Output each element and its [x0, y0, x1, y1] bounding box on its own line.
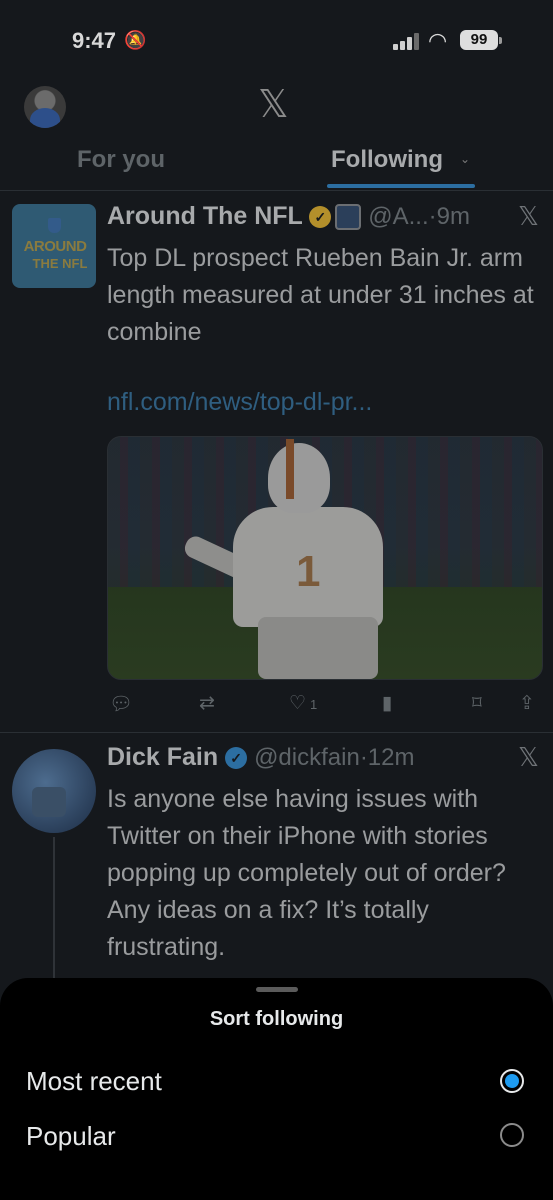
verified-gold-icon: ✓	[309, 206, 332, 229]
sort-bottom-sheet: Sort following Most recent Popular	[0, 978, 553, 1200]
tab-for-you[interactable]: For you	[77, 146, 165, 174]
chevron-down-icon[interactable]: ⌄	[460, 152, 470, 166]
top-header: 𝕏 For you Following ⌄	[0, 82, 553, 191]
image-detail	[258, 617, 378, 679]
tweet-text: Is anyone else having issues with Twitte…	[107, 785, 506, 961]
x-logo-icon: 𝕏	[258, 82, 289, 126]
tweet-text: Top DL prospect Rueben Bain Jr. arm leng…	[107, 244, 534, 346]
share-icon[interactable]: ⇪	[519, 692, 535, 714]
profile-avatar[interactable]	[24, 86, 66, 128]
option-most-recent[interactable]: Most recent	[26, 1066, 162, 1097]
thread-line	[53, 837, 55, 987]
avatar[interactable]	[12, 749, 96, 833]
author-handle: @A...	[368, 203, 429, 230]
battery-tip	[499, 37, 502, 44]
tweet-time: ·9m	[428, 203, 470, 230]
grok-x-icon[interactable]: 𝕏	[518, 202, 539, 232]
avatar-logo-text: THE NFL	[32, 256, 88, 271]
tweet[interactable]: AROUND THE NFL Around The NFL ✓ @A...·9m…	[0, 192, 553, 733]
radio-most-recent[interactable]	[500, 1069, 524, 1093]
wifi-icon: ◠	[428, 28, 448, 53]
views-icon[interactable]: ▮	[382, 692, 392, 714]
tweet[interactable]: Dick Fain ✓ @dickfain·12m 𝕏 Is anyone el…	[0, 733, 553, 993]
like-icon[interactable]: ♡ 1	[289, 692, 317, 714]
reply-icon[interactable]: 💬︎	[109, 692, 133, 715]
affiliate-badge-icon	[335, 204, 362, 231]
battery-icon: 99	[460, 30, 498, 50]
image-detail	[268, 439, 330, 513]
tweet-header: Dick Fain ✓ @dickfain·12m	[107, 743, 415, 772]
grok-x-icon[interactable]: 𝕏	[518, 743, 539, 773]
image-detail: 1	[296, 547, 321, 596]
tweet-time: ·12m	[359, 744, 415, 771]
radio-popular[interactable]	[500, 1123, 524, 1147]
mute-bell-icon: 🔕	[124, 30, 147, 50]
app-screen: 9:47 🔕 ◠ 99 𝕏 For you Following ⌄ AROUND…	[0, 0, 553, 1200]
author-name[interactable]: Dick Fain	[107, 743, 218, 771]
retweet-icon[interactable]: ⇄	[199, 692, 215, 714]
status-time: 9:47	[72, 28, 117, 53]
active-tab-indicator	[327, 184, 475, 188]
sheet-title: Sort following	[209, 1008, 344, 1030]
bookmark-icon[interactable]: ⌑	[472, 692, 482, 714]
verified-icon: ✓	[225, 747, 248, 770]
like-count: 1	[310, 697, 318, 712]
avatar[interactable]: AROUND THE NFL	[12, 204, 96, 288]
tweet-link[interactable]: nfl.com/news/top-dl-pr...	[107, 388, 372, 417]
option-popular[interactable]: Popular	[26, 1121, 116, 1152]
author-handle: @dickfain	[254, 744, 360, 771]
status-bar: 9:47 🔕 ◠ 99	[0, 0, 553, 80]
tab-following[interactable]: Following	[331, 146, 443, 174]
author-name[interactable]: Around The NFL	[107, 202, 302, 230]
nfl-shield-icon	[48, 218, 61, 233]
tweet-actions: 💬︎ ⇄ ♡ 1 ▮ ⌑ ⇪	[107, 692, 547, 722]
tweet-image[interactable]: 1	[107, 436, 543, 680]
signal-icon	[393, 32, 421, 50]
sheet-grabber[interactable]	[256, 987, 298, 992]
tweet-header: Around The NFL ✓ @A...·9m	[107, 202, 470, 231]
avatar-logo-text: AROUND	[23, 238, 87, 255]
